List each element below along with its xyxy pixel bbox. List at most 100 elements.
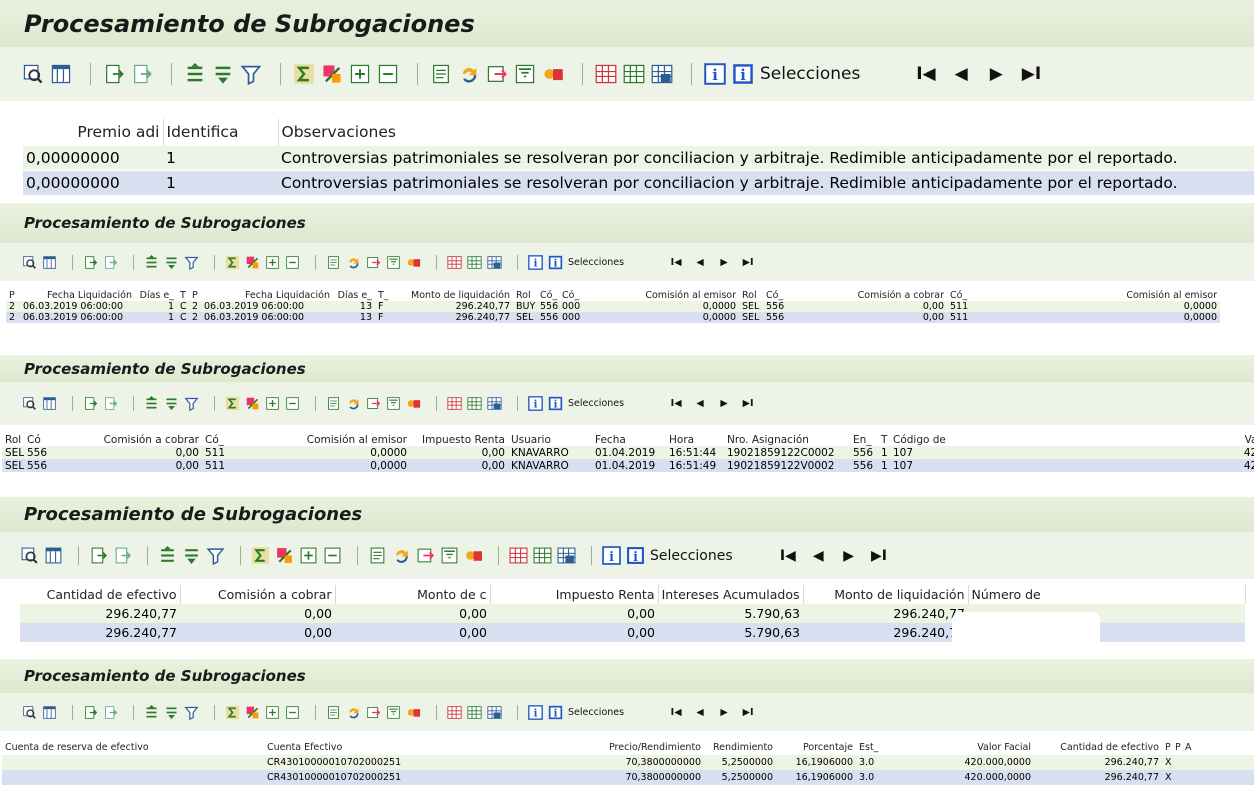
abc-icon[interactable]	[406, 255, 421, 270]
prev-page-icon[interactable]: ◀	[688, 257, 712, 268]
filter-icon[interactable]	[240, 63, 262, 85]
next-page-icon[interactable]: ▶	[979, 64, 1014, 84]
column-header[interactable]: A	[1182, 740, 1254, 755]
send-icon[interactable]	[416, 546, 435, 565]
find-icon[interactable]	[20, 546, 39, 565]
column-header[interactable]: Cuenta de reserva de efectivo	[2, 740, 264, 755]
column-header[interactable]: Valor Facial	[918, 740, 1034, 755]
column-header[interactable]: Cuenta Efectivo	[264, 740, 524, 755]
abc-icon[interactable]	[542, 63, 564, 85]
first-page-icon[interactable]: I◀	[773, 548, 803, 564]
column-header[interactable]: Días e_	[333, 290, 375, 301]
sort-asc-icon[interactable]	[144, 704, 159, 720]
grid-edit-icon[interactable]	[487, 705, 502, 720]
prev-page-icon[interactable]: ◀	[688, 398, 712, 409]
column-header[interactable]: Fecha Liquidación	[201, 290, 333, 301]
find-icon[interactable]	[22, 396, 37, 411]
column-header[interactable]: Rol	[513, 290, 537, 301]
export2-icon[interactable]	[103, 255, 118, 270]
first-page-icon[interactable]: I◀	[664, 257, 688, 268]
selecciones-label[interactable]: Selecciones	[760, 64, 860, 84]
export2-icon[interactable]	[131, 63, 153, 85]
column-header[interactable]: Monto de liquidación	[803, 585, 969, 604]
info-icon[interactable]: i	[528, 704, 543, 720]
send-icon[interactable]	[366, 396, 381, 411]
send-icon[interactable]	[366, 705, 381, 720]
sum-icon[interactable]	[225, 705, 240, 720]
send-icon[interactable]	[486, 63, 508, 85]
refresh-icon[interactable]	[458, 63, 480, 85]
prev-page-icon[interactable]: ◀	[688, 707, 712, 718]
layout-icon[interactable]	[44, 546, 63, 565]
column-header[interactable]: Identifica	[163, 119, 279, 145]
find-icon[interactable]	[22, 705, 37, 720]
grid-add-icon[interactable]	[623, 63, 645, 85]
grid-edit-icon[interactable]	[651, 63, 673, 85]
column-header[interactable]: Observaciones	[278, 119, 1254, 145]
column-header[interactable]: En_	[850, 433, 878, 446]
collapse-icon[interactable]	[323, 546, 342, 565]
expand-icon[interactable]	[265, 255, 280, 270]
column-header[interactable]: Có_	[763, 290, 819, 301]
column-header[interactable]: T	[177, 290, 189, 301]
export-icon[interactable]	[83, 255, 98, 270]
export-icon[interactable]	[103, 63, 125, 85]
expand-icon[interactable]	[265, 705, 280, 720]
selecciones-label[interactable]: Selecciones	[568, 707, 624, 718]
info-selecciones-icon[interactable]: i	[626, 546, 645, 565]
column-header[interactable]: Comisión al emisor	[581, 290, 739, 301]
column-header[interactable]: Días e_	[135, 290, 177, 301]
column-header[interactable]: Impuesto Renta	[490, 585, 659, 604]
grid-add-icon[interactable]	[533, 546, 552, 565]
expand-icon[interactable]	[349, 63, 371, 85]
last-page-icon[interactable]: ▶I	[864, 548, 894, 564]
export-icon[interactable]	[83, 705, 98, 720]
sort-desc-icon[interactable]	[164, 396, 179, 411]
view-icon[interactable]	[386, 705, 401, 720]
column-header[interactable]: Comisión a cobrar	[60, 433, 202, 446]
last-page-icon[interactable]: ▶I	[1014, 64, 1049, 84]
grid-edit-icon[interactable]	[487, 255, 502, 270]
next-page-icon[interactable]: ▶	[833, 548, 863, 564]
expand-icon[interactable]	[299, 546, 318, 565]
column-header[interactable]: Impuesto Renta	[410, 433, 508, 446]
subtotal-icon[interactable]	[245, 705, 260, 720]
sort-asc-icon[interactable]	[144, 396, 159, 411]
column-header[interactable]: P	[1162, 740, 1172, 755]
column-header[interactable]: Có_	[537, 290, 559, 301]
abc-icon[interactable]	[406, 705, 421, 720]
table-row[interactable]: 2 06.03.2019 06:00:00 1 C 2 06.03.2019 06:00:…	[6, 301, 1220, 312]
table-row[interactable]: 0,00000000 1 Controversias patrimoniales s…	[23, 144, 1254, 170]
sum-icon[interactable]	[225, 255, 240, 270]
last-page-icon[interactable]: ▶I	[736, 707, 760, 718]
subtotal-icon[interactable]	[245, 255, 260, 270]
sort-asc-icon[interactable]	[184, 63, 206, 85]
selecciones-label[interactable]: Selecciones	[568, 398, 624, 409]
print-icon[interactable]	[326, 396, 341, 411]
column-header[interactable]: Premio adi	[23, 119, 164, 145]
view-icon[interactable]	[386, 255, 401, 270]
column-header[interactable]: Có_	[947, 290, 1011, 301]
column-header[interactable]: P	[1172, 740, 1182, 755]
next-page-icon[interactable]: ▶	[712, 707, 736, 718]
grid-edit-icon[interactable]	[487, 396, 502, 411]
info-selecciones-icon[interactable]: i	[732, 63, 754, 85]
print-icon[interactable]	[430, 63, 452, 85]
table-row[interactable]: CR43010000010702000251 70,3800000000 5,250…	[2, 755, 1254, 770]
selecciones-label[interactable]: Selecciones	[568, 257, 624, 268]
column-header[interactable]: Comisión a cobrar	[819, 290, 947, 301]
column-header[interactable]: Número de	[968, 585, 1246, 604]
abc-icon[interactable]	[464, 546, 483, 565]
grid-icon[interactable]	[509, 546, 528, 565]
collapse-icon[interactable]	[285, 396, 300, 411]
export2-icon[interactable]	[103, 705, 118, 720]
column-header[interactable]: Rol	[2, 433, 24, 446]
refresh-icon[interactable]	[346, 705, 361, 720]
print-icon[interactable]	[326, 255, 341, 270]
column-header[interactable]: T_	[375, 290, 395, 301]
column-header[interactable]: Intereses Acumulados	[658, 585, 804, 604]
grid-add-icon[interactable]	[467, 396, 482, 411]
first-page-icon[interactable]: I◀	[908, 64, 943, 84]
first-page-icon[interactable]: I◀	[664, 707, 688, 718]
sum-icon[interactable]	[225, 396, 240, 411]
